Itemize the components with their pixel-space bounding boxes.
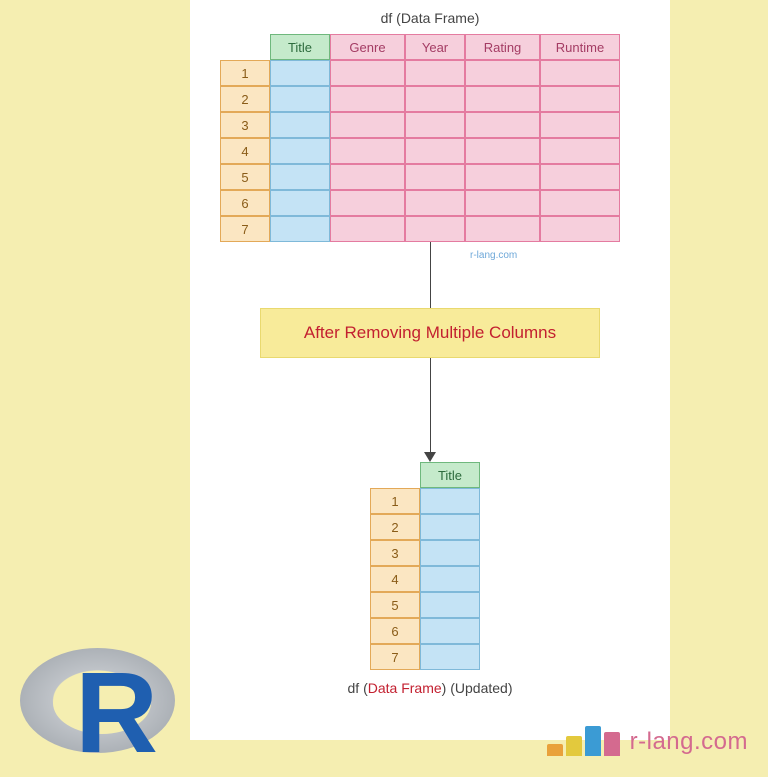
cell-removed bbox=[465, 86, 540, 112]
row-header: 4 bbox=[370, 566, 420, 592]
row-header: 2 bbox=[220, 86, 270, 112]
cell-kept bbox=[420, 488, 480, 514]
cell-kept bbox=[270, 138, 330, 164]
transformation-banner: After Removing Multiple Columns bbox=[260, 308, 600, 358]
cell-kept bbox=[420, 566, 480, 592]
cell-removed bbox=[465, 138, 540, 164]
cell-kept bbox=[270, 112, 330, 138]
arrowhead-icon bbox=[424, 452, 436, 462]
bottom-caption: df (Data Frame) (Updated) bbox=[190, 680, 670, 696]
brand-bar-4 bbox=[604, 732, 620, 756]
dataframe-after: Title1234567 bbox=[370, 462, 480, 670]
bottom-caption-red: Data Frame bbox=[368, 680, 442, 696]
arrow-segment-top bbox=[430, 242, 431, 308]
site-brand: r-lang.com bbox=[547, 726, 748, 756]
cell-removed bbox=[330, 164, 405, 190]
cell-kept bbox=[420, 592, 480, 618]
cell-removed bbox=[405, 86, 465, 112]
cell-removed bbox=[540, 216, 620, 242]
row-header: 3 bbox=[370, 540, 420, 566]
cell-kept bbox=[270, 164, 330, 190]
cell-removed bbox=[330, 138, 405, 164]
column-header-removed: Runtime bbox=[540, 34, 620, 60]
diagram-canvas: df (Data Frame) TitleGenreYearRatingRunt… bbox=[190, 0, 670, 740]
cell-removed bbox=[405, 190, 465, 216]
row-header: 3 bbox=[220, 112, 270, 138]
bottom-caption-pre: df ( bbox=[348, 680, 368, 696]
cell-kept bbox=[270, 86, 330, 112]
cell-kept bbox=[420, 540, 480, 566]
cell-removed bbox=[405, 216, 465, 242]
column-header-removed: Rating bbox=[465, 34, 540, 60]
cell-removed bbox=[330, 60, 405, 86]
row-header: 6 bbox=[220, 190, 270, 216]
row-header: 5 bbox=[220, 164, 270, 190]
column-header-removed: Year bbox=[405, 34, 465, 60]
row-header: 2 bbox=[370, 514, 420, 540]
r-logo: R bbox=[20, 638, 190, 768]
r-logo-letter: R bbox=[75, 656, 158, 771]
cell-removed bbox=[405, 60, 465, 86]
cell-removed bbox=[465, 164, 540, 190]
cell-removed bbox=[465, 112, 540, 138]
top-caption: df (Data Frame) bbox=[190, 10, 670, 26]
cell-kept bbox=[270, 190, 330, 216]
arrow-segment-bottom bbox=[430, 358, 431, 454]
row-header: 1 bbox=[220, 60, 270, 86]
cell-removed bbox=[540, 86, 620, 112]
cell-removed bbox=[330, 112, 405, 138]
cell-kept bbox=[270, 60, 330, 86]
brand-text: r-lang.com bbox=[630, 728, 748, 756]
cell-kept bbox=[420, 514, 480, 540]
cell-removed bbox=[405, 138, 465, 164]
watermark-text: r-lang.com bbox=[470, 250, 517, 261]
brand-bar-3 bbox=[585, 726, 601, 756]
row-header: 4 bbox=[220, 138, 270, 164]
row-header: 1 bbox=[370, 488, 420, 514]
cell-removed bbox=[540, 60, 620, 86]
cell-removed bbox=[330, 190, 405, 216]
cell-kept bbox=[420, 618, 480, 644]
column-header-kept: Title bbox=[420, 462, 480, 488]
cell-removed bbox=[465, 60, 540, 86]
brand-bars-icon bbox=[547, 726, 620, 756]
column-header-removed: Genre bbox=[330, 34, 405, 60]
cell-kept bbox=[420, 644, 480, 670]
cell-removed bbox=[540, 190, 620, 216]
cell-removed bbox=[405, 164, 465, 190]
cell-removed bbox=[540, 138, 620, 164]
row-header: 7 bbox=[220, 216, 270, 242]
cell-removed bbox=[405, 112, 465, 138]
column-header-kept: Title bbox=[270, 34, 330, 60]
cell-removed bbox=[540, 112, 620, 138]
cell-removed bbox=[540, 164, 620, 190]
cell-kept bbox=[270, 216, 330, 242]
row-header: 6 bbox=[370, 618, 420, 644]
cell-removed bbox=[330, 216, 405, 242]
cell-removed bbox=[465, 190, 540, 216]
cell-removed bbox=[330, 86, 405, 112]
brand-bar-2 bbox=[566, 736, 582, 756]
dataframe-before: TitleGenreYearRatingRuntime 1234567 bbox=[220, 34, 620, 242]
row-header: 5 bbox=[370, 592, 420, 618]
brand-bar-1 bbox=[547, 744, 563, 756]
row-header: 7 bbox=[370, 644, 420, 670]
cell-removed bbox=[465, 216, 540, 242]
bottom-caption-post: ) (Updated) bbox=[442, 680, 513, 696]
